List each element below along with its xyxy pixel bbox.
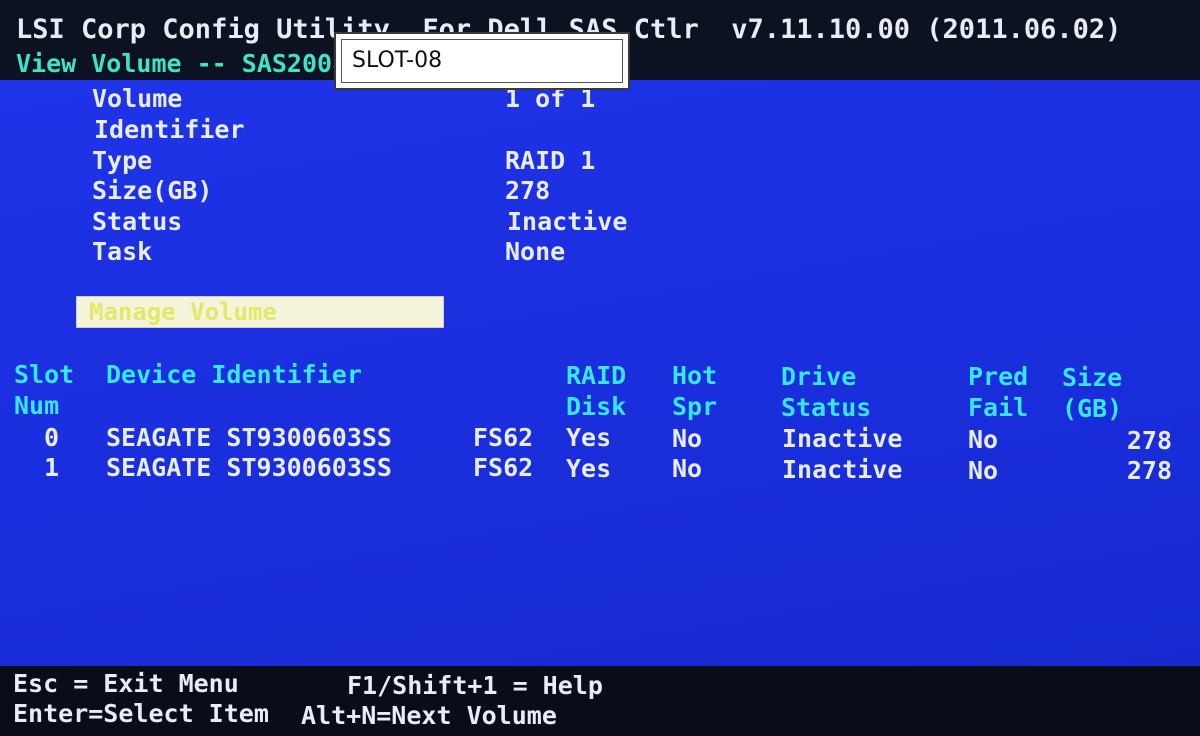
col-header-raid: RAID — [566, 361, 627, 390]
field-label-volume: Volume — [92, 84, 183, 113]
bios-screen: LSI Corp Config Utility For Dell SAS Ctl… — [0, 0, 1200, 736]
row-revision: FS62 — [473, 423, 534, 452]
col-header-device-identifier: Device Identifier — [106, 360, 362, 389]
row-raid-disk: Yes — [566, 423, 612, 452]
main-panel: Volume 1 of 1 Identifier Type RAID 1 Siz… — [0, 80, 1200, 666]
manage-volume-label: Manage Volume — [89, 298, 277, 326]
field-value-size: 278 — [505, 176, 551, 205]
col-header-drive-status: Status — [781, 393, 872, 422]
col-header-num: Num — [14, 391, 60, 420]
col-header-hot: Hot — [672, 361, 718, 390]
row-raid-disk: Yes — [566, 454, 612, 483]
footer-next-volume-hint: Alt+N=Next Volume — [301, 701, 557, 730]
manage-volume-menu-item[interactable]: Manage Volume — [76, 296, 444, 328]
row-drive-status: Inactive — [782, 455, 903, 484]
popup-text: SLOT-08 — [352, 48, 443, 73]
field-value-type: RAID 1 — [505, 146, 596, 175]
row-revision: FS62 — [473, 453, 534, 482]
col-header-size: Size — [1062, 363, 1123, 392]
field-label-identifier: Identifier — [94, 115, 245, 144]
footer-help-hint: F1/Shift+1 = Help — [347, 671, 603, 700]
field-label-size: Size(GB) — [92, 176, 213, 205]
row-pred-fail: No — [968, 425, 999, 454]
col-header-slot: Slot — [14, 360, 75, 389]
row-hot-spare: No — [672, 454, 703, 483]
row-size: 278 — [1126, 426, 1172, 455]
footer-enter-hint: Enter=Select Item — [13, 699, 269, 728]
row-drive-status: Inactive — [782, 424, 903, 453]
row-pred-fail: No — [968, 456, 999, 485]
field-value-task: None — [505, 237, 566, 266]
field-label-type: Type — [92, 146, 153, 175]
field-label-task: Task — [92, 237, 153, 266]
col-header-pred: Pred — [968, 362, 1029, 391]
col-header-spr: Spr — [672, 392, 718, 421]
footer-esc-hint: Esc = Exit Menu — [13, 669, 239, 698]
row-slot: 0 — [44, 423, 60, 452]
footer-bar: Esc = Exit Menu F1/Shift+1 = Help Enter=… — [0, 666, 1200, 736]
slot-popup: SLOT-08 — [334, 32, 630, 90]
page-subtitle: View Volume -- SAS2008 — [16, 49, 348, 78]
row-device: SEAGATE ST9300603SS — [106, 453, 392, 482]
row-slot: 1 — [44, 453, 60, 482]
col-header-drive: Drive — [781, 362, 857, 391]
row-size: 278 — [1126, 456, 1172, 485]
col-header-fail: Fail — [968, 393, 1029, 422]
row-device: SEAGATE ST9300603SS — [106, 423, 392, 452]
col-header-gb: (GB) — [1062, 394, 1123, 423]
field-label-status: Status — [92, 207, 183, 236]
col-header-disk: Disk — [566, 392, 627, 421]
row-hot-spare: No — [672, 424, 703, 453]
field-value-status: Inactive — [507, 207, 628, 236]
